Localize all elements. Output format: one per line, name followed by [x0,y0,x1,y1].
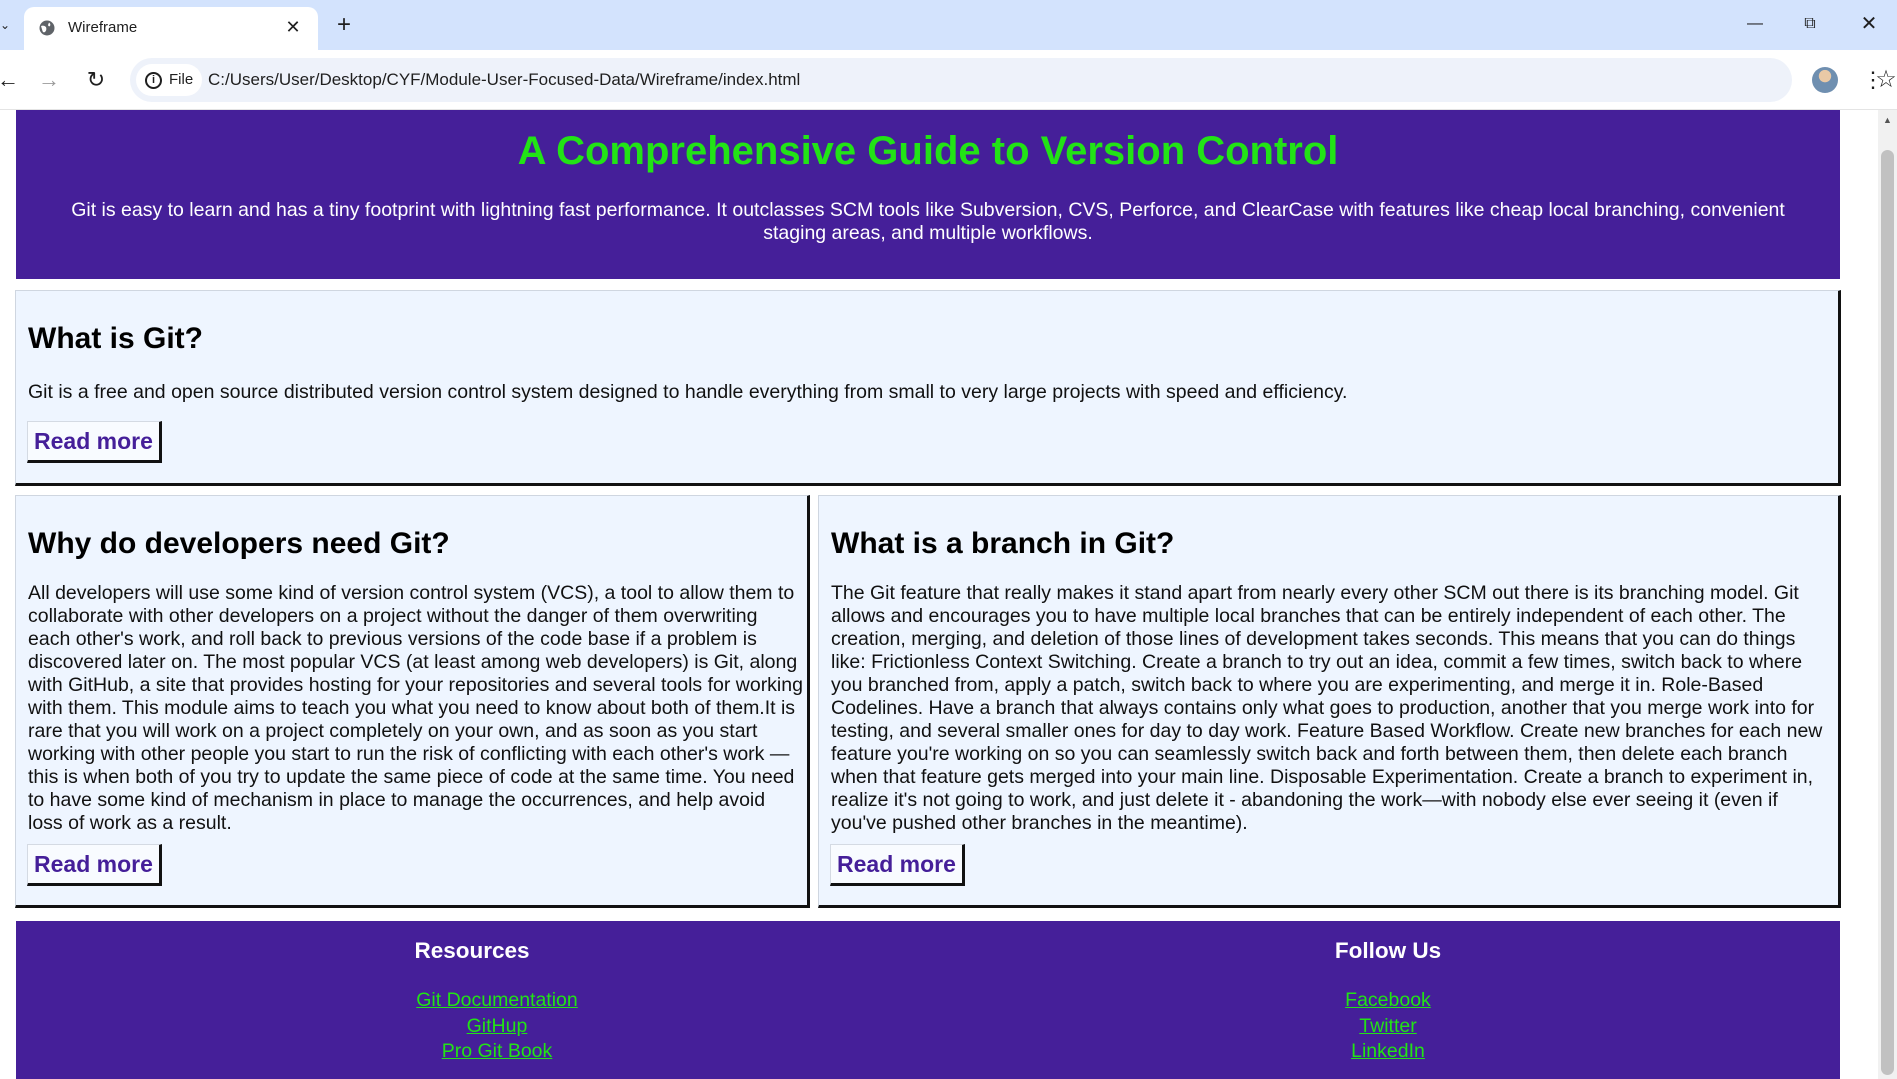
page-title: A Comprehensive Guide to Version Control [517,129,1339,173]
footer-heading: Follow Us [1334,938,1442,963]
list-item: Pro Git Book [297,1039,697,1065]
scrollbar-thumb[interactable] [1881,150,1894,1075]
chevron-down-icon[interactable]: ⌄ [0,14,14,36]
scroll-up-arrow-icon[interactable]: ▲ [1878,112,1897,128]
chip-label: File [169,71,194,88]
url-text[interactable]: C:/Users/User/Desktop/CYF/Module-User-Fo… [208,70,800,90]
minimize-icon[interactable]: — [1735,8,1775,40]
link-twitter[interactable]: Twitter [1359,1015,1416,1037]
article-heading: What is a branch in Git? [831,527,1175,560]
site-info-chip[interactable]: i File [136,64,202,96]
footer-heading: Resources [414,938,530,963]
maximize-icon[interactable]: ⧉ [1790,8,1830,40]
vertical-scrollbar[interactable]: ▲ [1878,110,1897,1079]
footer-link-list: Facebook Twitter LinkedIn [1188,988,1588,1065]
avatar[interactable] [1812,67,1838,93]
footer-link-list: Git Documentation GitHup Pro Git Book [297,988,697,1065]
plus-icon[interactable]: + [330,12,358,40]
list-item: GitHup [297,1014,697,1040]
read-more-button[interactable]: Read more [830,844,965,886]
info-icon: i [145,72,162,89]
link-facebook[interactable]: Facebook [1345,989,1431,1011]
back-arrow-icon[interactable]: ← [0,64,24,96]
address-bar[interactable]: i File C:/Users/User/Desktop/CYF/Module-… [130,58,1897,102]
page-header: A Comprehensive Guide to Version Control… [16,110,1840,279]
close-icon[interactable]: ✕ [282,16,304,38]
list-item: Git Documentation [297,988,697,1014]
read-more-button[interactable]: Read more [27,421,162,463]
browser-tab-strip: ⌄ Wireframe ✕ + — ⧉ ✕ [0,0,1897,50]
article-body: All developers will use some kind of ver… [28,582,803,834]
article-what-is-git: What is Git? Git is a free and open sour… [15,290,1841,486]
article-why-git: Why do developers need Git? All develope… [15,495,810,908]
page-footer: Resources Git Documentation GitHup Pro G… [16,921,1840,1079]
article-heading: What is Git? [28,322,203,355]
read-more-button[interactable]: Read more [27,844,162,886]
link-linkedin[interactable]: LinkedIn [1351,1040,1425,1062]
article-heading: Why do developers need Git? [28,527,450,560]
reload-icon[interactable]: ↻ [80,64,112,96]
browser-tab[interactable]: Wireframe ✕ [24,7,318,50]
link-github[interactable]: GitHup [467,1015,528,1037]
link-git-documentation[interactable]: Git Documentation [416,989,578,1011]
more-vert-icon[interactable]: ⋮ [1862,64,1884,96]
list-item: Facebook [1188,988,1588,1014]
forward-arrow-icon[interactable]: → [33,64,65,96]
page-subtitle: Git is easy to learn and has a tiny foot… [71,199,1785,244]
browser-toolbar: ← → ↻ i File C:/Users/User/Desktop/CYF/M… [0,50,1897,110]
list-item: Twitter [1188,1014,1588,1040]
link-pro-git-book[interactable]: Pro Git Book [442,1040,553,1062]
article-git-branch: What is a branch in Git? The Git feature… [818,495,1841,908]
list-item: LinkedIn [1188,1039,1588,1065]
globe-icon [39,20,55,36]
article-body: Git is a free and open source distribute… [28,381,1348,403]
article-body: The Git feature that really makes it sta… [831,582,1823,834]
window-close-icon[interactable]: ✕ [1849,8,1889,40]
tab-title: Wireframe [68,19,138,36]
page-viewport: A Comprehensive Guide to Version Control… [0,110,1878,1079]
